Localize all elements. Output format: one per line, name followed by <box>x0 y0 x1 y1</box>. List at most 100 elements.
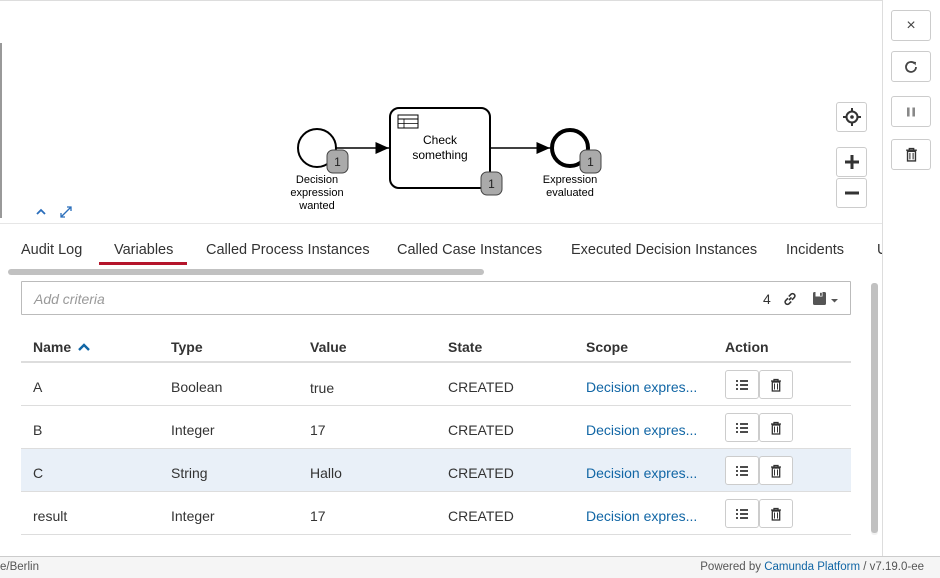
trash-icon <box>771 507 781 521</box>
list-icon <box>736 422 748 433</box>
collapse-diagram-icon[interactable] <box>33 204 49 220</box>
end-event-label-line-1: Expression <box>543 174 597 186</box>
tab-called-process-instances[interactable]: Called Process Instances <box>206 242 370 258</box>
vertical-scrollbar[interactable] <box>871 283 878 533</box>
column-header-type[interactable]: Type <box>171 339 203 355</box>
column-header-scope[interactable]: Scope <box>586 339 628 355</box>
variable-state: CREATED <box>448 465 514 481</box>
table-row[interactable]: B Integer 17 CREATED Decision expres... <box>21 406 851 449</box>
start-event-label-line-1: Decision <box>296 174 338 186</box>
svg-text:1: 1 <box>488 177 495 191</box>
link-icon[interactable] <box>782 291 798 307</box>
powered-by-text: Powered by <box>700 561 761 573</box>
column-header-state[interactable]: State <box>448 339 482 355</box>
version-label: / v7.19.0-ee <box>863 561 924 573</box>
variable-type: Integer <box>171 508 215 524</box>
footer: e/Berlin Powered by Camunda Platform / v… <box>0 556 940 578</box>
variable-value[interactable]: Hallo <box>310 465 342 481</box>
variable-name: A <box>33 379 43 395</box>
tab-called-case-instances[interactable]: Called Case Instances <box>397 242 542 258</box>
show-details-button[interactable] <box>725 499 759 528</box>
tab-executed-decision-instances[interactable]: Executed Decision Instances <box>571 242 757 258</box>
list-icon <box>736 508 748 519</box>
table-header: Name Type Value State Scope Action <box>21 335 851 363</box>
active-tab-indicator <box>99 262 187 265</box>
list-icon <box>736 379 748 390</box>
variable-scope-link[interactable]: Decision expres... <box>586 508 697 524</box>
trash-icon <box>771 378 781 392</box>
start-event-instance-badge[interactable]: 1 <box>326 149 349 174</box>
pause-icon <box>907 107 915 116</box>
timezone-label: e/Berlin <box>0 561 39 573</box>
bpmn-diagram: Check something 1 1 1 Decision expressio… <box>290 107 602 212</box>
trash-icon <box>905 147 917 162</box>
horizontal-scrollbar[interactable] <box>8 269 484 275</box>
start-event-label-line-2: expression <box>290 187 343 199</box>
delete-variable-button[interactable] <box>759 413 793 442</box>
tab-incidents[interactable]: Incidents <box>786 242 844 258</box>
variable-value[interactable]: true <box>310 380 334 396</box>
variable-scope-link[interactable]: Decision expres... <box>586 379 697 395</box>
variable-state: CREATED <box>448 379 514 395</box>
variable-value[interactable]: 17 <box>310 508 326 524</box>
table-row[interactable]: result Integer 17 CREATED Decision expre… <box>21 492 851 535</box>
floppy-disk-icon <box>813 292 838 305</box>
sort-ascending-icon[interactable] <box>77 342 91 352</box>
variable-value[interactable]: 17 <box>310 422 326 438</box>
column-header-value[interactable]: Value <box>310 339 347 355</box>
show-details-button[interactable] <box>725 456 759 485</box>
delete-variable-button[interactable] <box>759 499 793 528</box>
refresh-icon <box>905 60 917 73</box>
detail-tabs: Audit Log Variables Called Process Insta… <box>0 223 882 265</box>
task-instance-badge[interactable]: 1 <box>480 171 503 196</box>
variable-state: CREATED <box>448 508 514 524</box>
variable-name: result <box>33 508 68 524</box>
search-placeholder[interactable]: Add criteria <box>34 291 105 307</box>
variable-name: C <box>33 465 44 481</box>
variable-scope-link[interactable]: Decision expres... <box>586 465 697 481</box>
list-icon <box>736 465 748 476</box>
task-label-line-2: something <box>412 148 467 162</box>
search-result-count: 4 <box>763 291 771 307</box>
camunda-platform-link[interactable]: Camunda Platform <box>764 561 860 573</box>
start-event-label-line-3: wanted <box>298 200 334 212</box>
save-search-dropdown[interactable] <box>812 291 842 307</box>
close-icon: × <box>906 16 916 34</box>
variable-search-box[interactable]: Add criteria 4 <box>21 281 851 315</box>
tab-audit-log[interactable]: Audit Log <box>21 242 82 258</box>
column-header-name[interactable]: Name <box>33 339 91 355</box>
table-icon <box>397 114 419 129</box>
task-label-line-1: Check <box>423 133 458 147</box>
variable-name: B <box>33 422 43 438</box>
cockpit-main-panel: Check something 1 1 1 Decision expressio… <box>0 0 882 556</box>
delete-instance-button[interactable] <box>891 139 931 170</box>
crosshair-icon <box>842 108 861 126</box>
table-row[interactable]: A Boolean true CREATED Decision expres..… <box>21 363 851 406</box>
variable-type: Boolean <box>171 379 223 395</box>
end-event-instance-badge[interactable]: 1 <box>579 149 602 174</box>
minus-icon <box>844 191 859 195</box>
powered-by: Powered by Camunda Platform / v7.19.0-ee <box>700 561 924 573</box>
suspend-button[interactable] <box>891 96 931 127</box>
trash-icon <box>771 464 781 478</box>
delete-variable-button[interactable] <box>759 456 793 485</box>
table-row[interactable]: C String Hallo CREATED Decision expres..… <box>21 449 851 492</box>
tab-variables[interactable]: Variables <box>114 242 173 258</box>
cancel-instance-button[interactable]: × <box>891 10 931 41</box>
show-details-button[interactable] <box>725 413 759 442</box>
show-details-button[interactable] <box>725 370 759 399</box>
variable-type: Integer <box>171 422 215 438</box>
zoom-in-button[interactable] <box>836 147 867 177</box>
business-rule-task[interactable]: Check something <box>389 107 491 189</box>
delete-variable-button[interactable] <box>759 370 793 399</box>
retry-button[interactable] <box>891 51 931 82</box>
variable-scope-link[interactable]: Decision expres... <box>586 422 697 438</box>
variable-state: CREATED <box>448 422 514 438</box>
zoom-out-button[interactable] <box>836 178 867 208</box>
end-event-label-line-2: evaluated <box>546 187 594 199</box>
svg-text:1: 1 <box>587 155 594 169</box>
reset-zoom-button[interactable] <box>836 102 867 132</box>
variables-table: Name Type Value State Scope Action A Boo… <box>21 335 851 535</box>
expand-diagram-icon[interactable] <box>58 204 74 220</box>
plus-icon <box>844 155 859 169</box>
